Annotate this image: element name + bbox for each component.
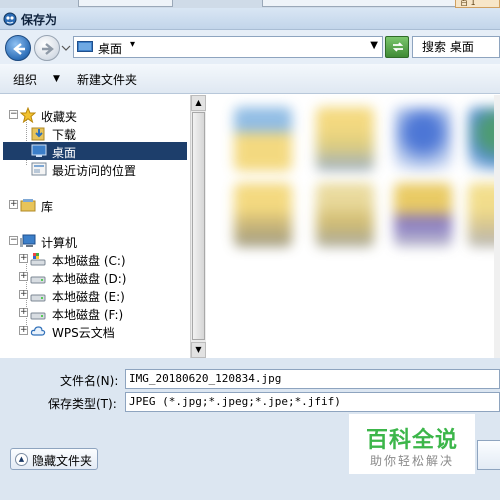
arrow-right-icon	[42, 43, 54, 55]
tree-item-label: 本地磁盘 (F:)	[52, 308, 124, 322]
computer-icon	[20, 234, 36, 247]
libraries-icon	[20, 199, 36, 212]
expand-toggle[interactable]: +	[19, 308, 28, 317]
expand-toggle[interactable]: +	[19, 254, 28, 263]
tree-item-label: 库	[41, 200, 54, 214]
scrollbar-thumb[interactable]	[192, 112, 205, 340]
save-button[interactable]	[477, 440, 500, 470]
chevron-down-icon[interactable]: ▼	[53, 74, 60, 84]
tree-item-label: 本地磁盘 (E:)	[52, 290, 125, 304]
arrow-left-icon	[13, 43, 25, 55]
collapse-toggle[interactable]: −	[9, 110, 18, 119]
filename-label: 文件名(N):	[60, 374, 119, 388]
watermark-logo: 百科全说 助你轻松解决	[349, 414, 475, 474]
background-field-fragment	[262, 0, 462, 7]
app-icon	[3, 12, 17, 26]
tree-item-libraries[interactable]: + 库	[0, 196, 190, 214]
cloud-icon	[30, 326, 46, 336]
hide-folders-label: 隐藏文件夹	[32, 454, 93, 468]
recent-places-icon	[31, 162, 47, 176]
breadcrumb-chevron-icon[interactable]: ▾	[130, 39, 135, 50]
desktop-icon	[77, 41, 93, 52]
hard-drive-icon	[30, 294, 46, 302]
filename-field[interactable]	[125, 369, 500, 389]
file-thumbnail[interactable]	[394, 107, 452, 171]
organize-button[interactable]: 组织	[13, 71, 37, 88]
file-thumbnail[interactable]	[316, 183, 374, 247]
scroll-down-arrow-icon[interactable]: ▼	[191, 342, 206, 358]
expand-toggle[interactable]: +	[9, 200, 18, 209]
desktop-icon	[31, 144, 47, 157]
watermark-title: 百科全说	[365, 428, 458, 453]
tree-item-favorites[interactable]: − 收藏夹	[0, 106, 190, 124]
new-folder-button[interactable]: 新建文件夹	[77, 71, 137, 88]
tree-item-label: 计算机	[41, 236, 78, 250]
title-bar: 保存为	[0, 8, 500, 30]
tree-item-desktop[interactable]: 桌面	[3, 142, 187, 160]
tree-item-wps-cloud[interactable]: + WPS云文档	[0, 322, 190, 340]
chevron-up-icon: ▲	[15, 453, 28, 466]
navigation-pane: − 收藏夹 下载 桌面 最近访问的位置 + 库 − 计算机 + 本地磁盘 (C:…	[0, 95, 190, 358]
tree-item-label: WPS云文档	[52, 326, 115, 340]
tree-item-drive-f[interactable]: + 本地磁盘 (F:)	[0, 304, 190, 322]
tree-item-recent-places[interactable]: 最近访问的位置	[0, 160, 190, 178]
command-toolbar: 组织 ▼ 新建文件夹	[0, 64, 500, 94]
file-thumbnail[interactable]	[234, 183, 292, 247]
tree-item-label: 本地磁盘 (D:)	[52, 272, 127, 286]
address-dropdown-icon[interactable]: ▼	[370, 40, 378, 51]
back-button[interactable]	[5, 35, 31, 61]
filetype-label: 保存类型(T):	[48, 397, 117, 411]
search-input[interactable]	[413, 37, 499, 57]
downloads-folder-icon	[31, 127, 45, 141]
file-thumbnail[interactable]	[316, 107, 374, 171]
tree-item-computer[interactable]: − 计算机	[0, 232, 190, 250]
hide-folders-button[interactable]: ▲ 隐藏文件夹	[10, 448, 98, 470]
file-thumbnail[interactable]	[394, 183, 452, 247]
watermark-subtitle: 助你轻松解决	[369, 454, 454, 468]
expand-toggle[interactable]: +	[19, 326, 28, 335]
refresh-button[interactable]	[385, 36, 409, 58]
tree-item-label: 下载	[52, 128, 77, 142]
recent-pages-dropdown-icon[interactable]	[61, 43, 71, 53]
file-list-pane	[206, 95, 500, 358]
hard-drive-icon	[30, 312, 46, 320]
background-window-strip: 百 1	[0, 0, 500, 8]
tree-item-drive-e[interactable]: + 本地磁盘 (E:)	[0, 286, 190, 304]
filename-input[interactable]	[129, 372, 496, 385]
search-box[interactable]	[412, 36, 500, 58]
breadcrumb-item[interactable]: 桌面	[98, 40, 122, 57]
dialog-title: 保存为	[21, 13, 58, 27]
background-tab: 百 1	[455, 0, 500, 8]
forward-button[interactable]	[34, 35, 60, 61]
collapse-toggle[interactable]: −	[9, 236, 18, 245]
file-thumbnail[interactable]	[234, 107, 292, 171]
scroll-up-arrow-icon[interactable]: ▲	[191, 95, 206, 111]
filetype-select[interactable]: JPEG (*.jpg;*.jpeg;*.jpe;*.jfif)	[125, 392, 500, 412]
expand-toggle[interactable]: +	[19, 290, 28, 299]
tree-item-downloads[interactable]: 下载	[0, 124, 190, 142]
hard-drive-icon	[30, 276, 46, 284]
tree-item-drive-d[interactable]: + 本地磁盘 (D:)	[0, 268, 190, 286]
background-field-fragment	[78, 0, 173, 7]
address-bar[interactable]: 桌面 ▾ ▼	[73, 36, 383, 58]
tree-item-label: 收藏夹	[41, 110, 78, 124]
expand-toggle[interactable]: +	[19, 272, 28, 281]
star-icon	[20, 107, 36, 123]
system-drive-icon	[30, 253, 46, 266]
tree-item-label: 本地磁盘 (C:)	[52, 254, 126, 268]
tree-item-label: 桌面	[52, 146, 77, 160]
refresh-icon	[392, 42, 404, 52]
tree-item-label: 最近访问的位置	[52, 164, 137, 178]
navigation-scrollbar[interactable]: ▲ ▼	[190, 95, 206, 358]
file-list-scrollbar[interactable]	[494, 95, 500, 358]
tree-item-drive-c[interactable]: + 本地磁盘 (C:)	[0, 250, 190, 268]
